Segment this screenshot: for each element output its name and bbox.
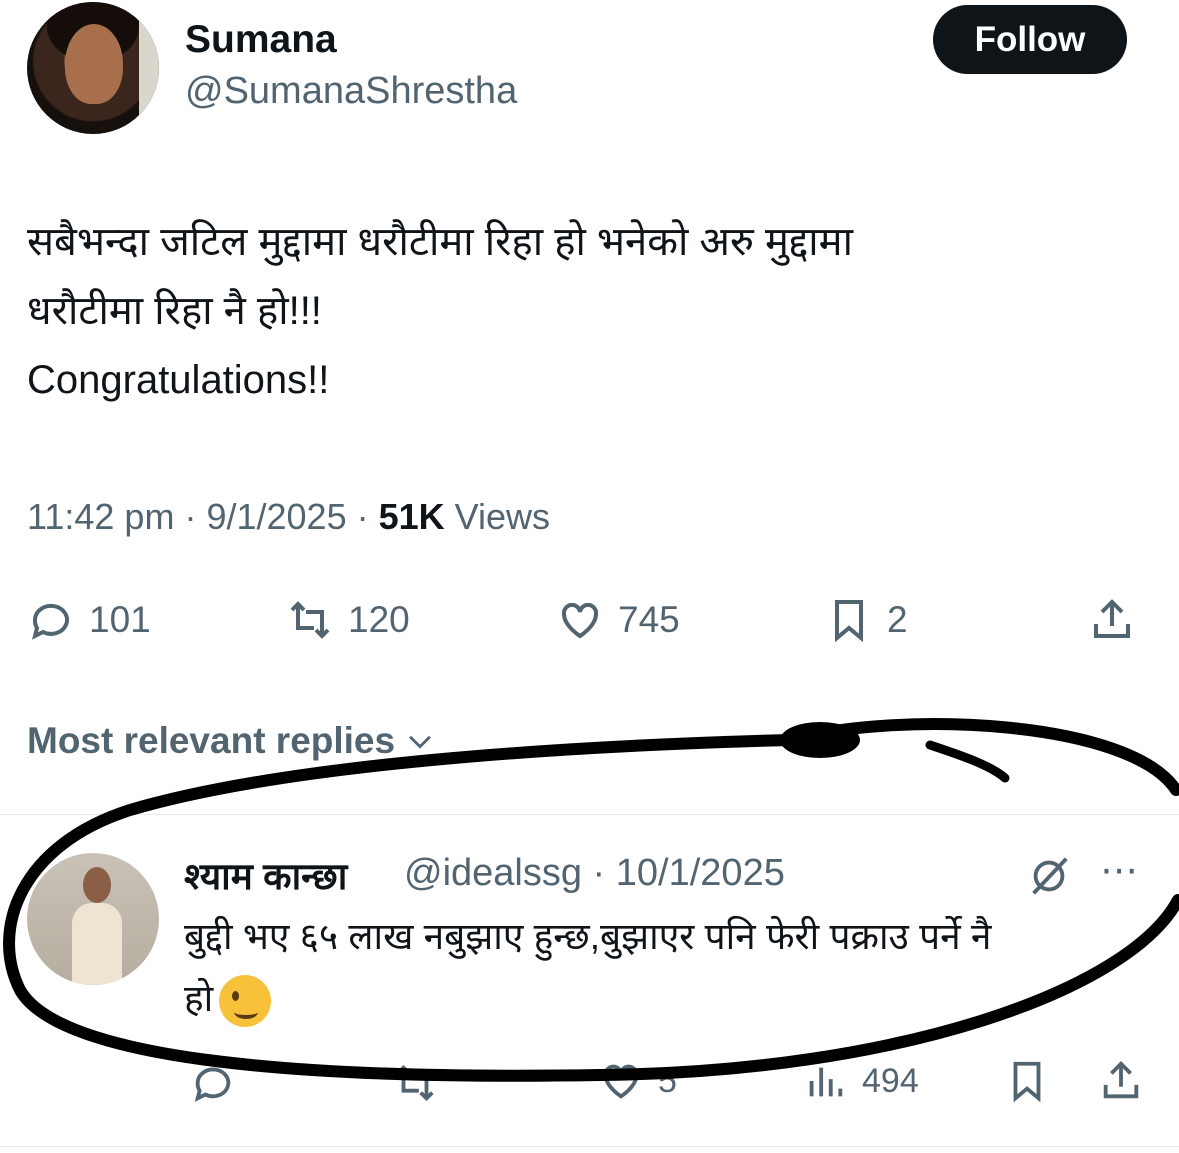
replies-sort-label: Most relevant replies xyxy=(27,720,396,761)
tweet-time[interactable]: 11:42 pm xyxy=(27,496,174,537)
views-label: Views xyxy=(454,496,551,537)
more-icon[interactable]: ⋯ xyxy=(1100,848,1138,893)
share-button[interactable] xyxy=(1088,596,1136,644)
repost-button[interactable]: 120 xyxy=(286,596,410,644)
like-count: 745 xyxy=(618,599,680,640)
bookmark-count: 2 xyxy=(887,599,908,640)
like-icon xyxy=(561,602,599,639)
tweet-meta: 11:42 pm · 9/1/2025 · 51K Views xyxy=(27,496,551,537)
author-name[interactable]: Sumana xyxy=(185,18,337,62)
reply-views-button[interactable]: 494 xyxy=(802,1058,919,1104)
share-icon[interactable] xyxy=(1098,1058,1144,1104)
reply-views-count: 494 xyxy=(862,1061,919,1100)
repost-icon[interactable] xyxy=(392,1060,438,1106)
repost-icon xyxy=(290,601,330,639)
share-icon xyxy=(1094,599,1130,638)
reply-date[interactable]: 10/1/2025 xyxy=(616,852,785,894)
reply-author-name[interactable]: श्याम कान्छा xyxy=(184,849,347,900)
author-handle[interactable]: @SumanaShrestha xyxy=(185,70,517,113)
tweet-line: सबैभन्दा जटिल मुद्दामा धरौटीमा रिहा हो भ… xyxy=(27,220,853,264)
reply-avatar[interactable] xyxy=(27,853,159,985)
views-icon xyxy=(809,1067,843,1097)
tweet-line: Congratulations!! xyxy=(27,358,330,402)
replies-sort-dropdown[interactable]: Most relevant replies xyxy=(27,720,437,762)
author-avatar[interactable] xyxy=(27,2,159,134)
follow-button[interactable]: Follow xyxy=(933,5,1127,74)
like-icon xyxy=(603,1064,639,1099)
bookmark-icon[interactable] xyxy=(1004,1058,1050,1104)
chevron-down-icon xyxy=(409,735,432,749)
reply-button[interactable]: 101 xyxy=(27,596,151,644)
views-count: 51K xyxy=(378,496,445,537)
bookmark-icon xyxy=(835,600,863,643)
reply-icon xyxy=(32,603,69,640)
tweet-line: धरौटीमा रिहा नै हो!!! xyxy=(27,289,322,333)
reply-count: 101 xyxy=(89,599,151,640)
reply-line: बुद्दी भए ६५ लाख नबुझाए हुन्छ,बुझाएर पनि… xyxy=(184,916,992,957)
repost-count: 120 xyxy=(348,599,410,640)
wink-emoji-icon xyxy=(219,975,272,1028)
reply-author-handle[interactable]: @idealssg xyxy=(404,852,582,894)
divider xyxy=(0,814,1179,815)
like-button[interactable]: 745 xyxy=(556,596,680,644)
reply-like-button[interactable]: 5 xyxy=(598,1058,677,1104)
grok-icon[interactable] xyxy=(1026,853,1072,899)
reply-line: हो xyxy=(184,978,214,1019)
reply-author-meta: @idealssg · 10/1/2025 xyxy=(404,852,785,894)
divider xyxy=(0,1146,1179,1147)
reply-icon[interactable] xyxy=(190,1060,236,1106)
reply-like-count: 5 xyxy=(658,1061,677,1100)
tweet-date[interactable]: 9/1/2025 xyxy=(206,496,346,537)
bookmark-button[interactable]: 2 xyxy=(825,596,908,644)
reply-text: बुद्दी भए ६५ लाख नबुझाए हुन्छ,बुझाएर पनि… xyxy=(184,906,1144,1030)
tweet-text: सबैभन्दा जटिल मुद्दामा धरौटीमा रिहा हो भ… xyxy=(27,208,1147,415)
